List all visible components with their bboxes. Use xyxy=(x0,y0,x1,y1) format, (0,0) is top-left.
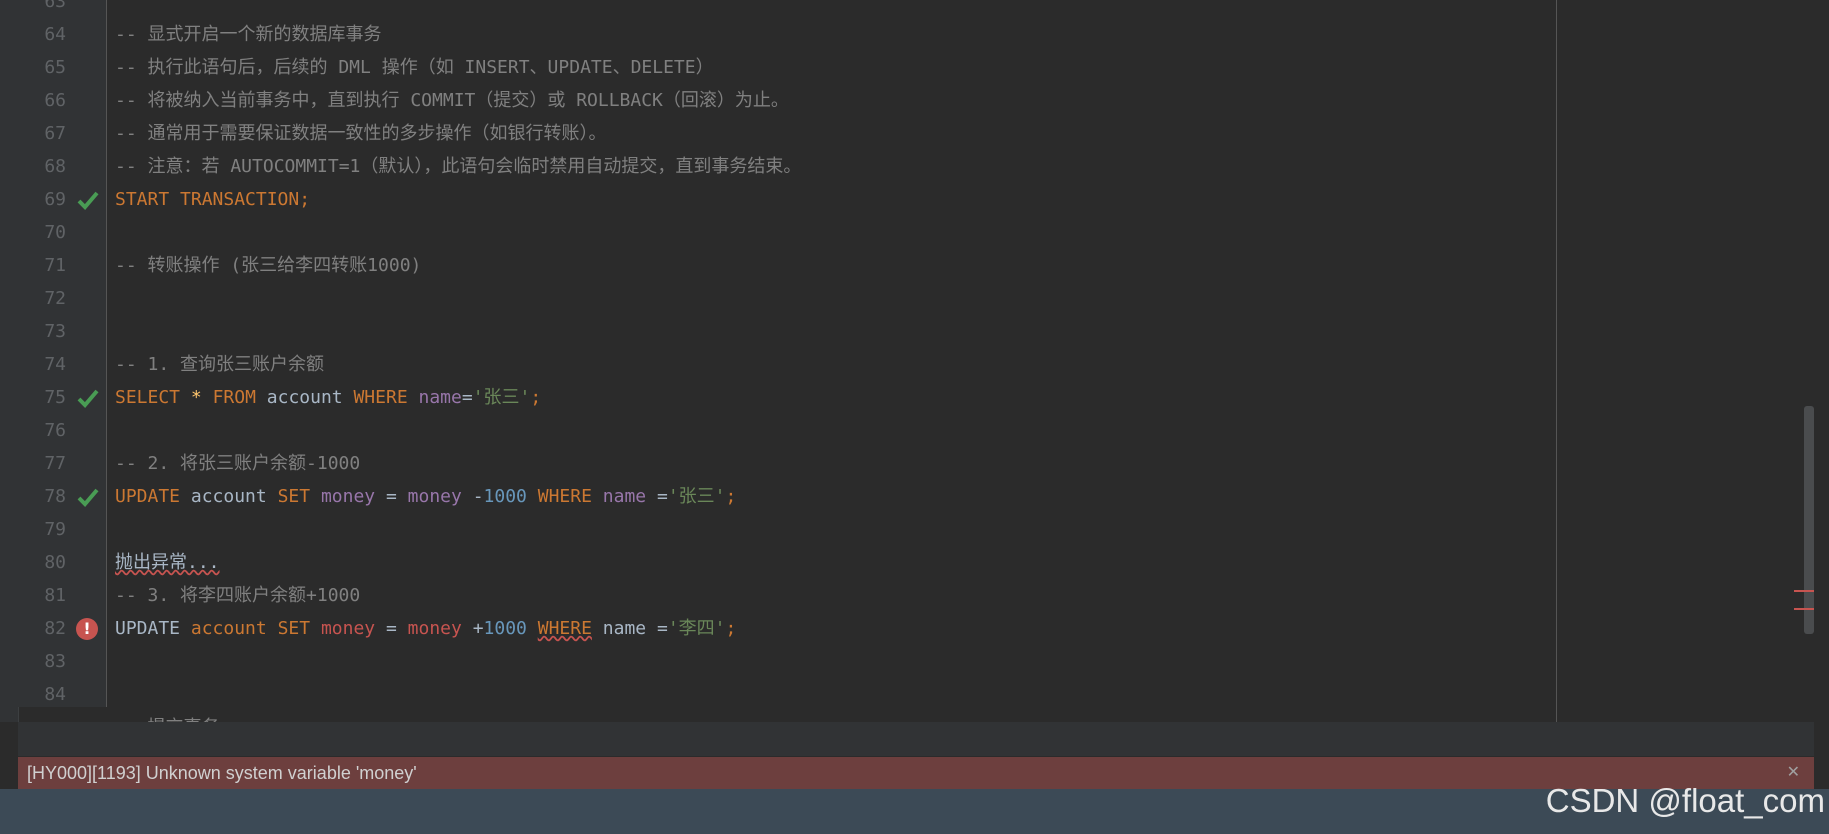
line-number: 78 xyxy=(44,486,66,507)
code-statement: UPDATE account SET money = money -1000 W… xyxy=(115,480,736,513)
line-number: 75 xyxy=(44,387,66,408)
line-number: 71 xyxy=(44,255,66,276)
token-column: money xyxy=(407,486,462,507)
line-number: 70 xyxy=(44,222,66,243)
code-statement-error: UPDATE account SET money = money +1000 W… xyxy=(115,612,736,645)
token-column: name xyxy=(602,486,647,507)
line-number: 67 xyxy=(44,123,66,144)
line-number: 65 xyxy=(44,57,66,78)
token-keyword: UPDATE xyxy=(115,618,181,639)
editor-bottom-strip xyxy=(18,722,1814,756)
invalid-text: 抛出异常... xyxy=(115,552,220,573)
check-icon[interactable] xyxy=(76,386,100,410)
token-keyword: WHERE xyxy=(537,618,592,639)
check-icon[interactable] xyxy=(76,188,100,212)
code-comment: -- 注意：若 AUTOCOMMIT=1（默认），此语句会临时禁用自动提交，直到… xyxy=(115,156,802,177)
scrollbar-thumb[interactable] xyxy=(1804,406,1814,634)
line-number: 64 xyxy=(44,24,66,45)
token-keyword: SET xyxy=(277,618,311,639)
token-keyword: FROM xyxy=(212,387,256,408)
line-number: 68 xyxy=(44,156,66,177)
code-invalid-text: 抛出异常... xyxy=(115,546,220,579)
token-operator: = xyxy=(461,387,473,408)
code-comment: -- 3. 将李四账户余额+1000 xyxy=(115,585,361,606)
line-number: 73 xyxy=(44,321,66,342)
token-string: '李四' xyxy=(667,618,726,639)
line-number: 84 xyxy=(44,684,66,705)
error-stripe-marker[interactable] xyxy=(1794,608,1814,610)
code-comment: -- 2. 将张三账户余额-1000 xyxy=(115,453,361,474)
line-number: 72 xyxy=(44,288,66,309)
code-comment: -- 通常用于需要保证数据一致性的多步操作（如银行转账）。 xyxy=(115,123,607,144)
token-keyword: UPDATE xyxy=(115,486,181,507)
token-semicolon: ; xyxy=(725,486,737,507)
code-comment: -- 显式开启一个新的数据库事务 xyxy=(115,24,382,45)
token-column: name xyxy=(418,387,462,408)
token-string: '张三' xyxy=(472,387,531,408)
line-number: 79 xyxy=(44,519,66,540)
token-column-error: money xyxy=(407,618,462,639)
line-number: 63 xyxy=(44,0,66,12)
line-number: 82 xyxy=(44,618,66,639)
error-message: [HY000][1193] Unknown system variable 'm… xyxy=(27,763,417,783)
line-number: 69 xyxy=(44,189,66,210)
line-number: 80 xyxy=(44,552,66,573)
token-operator: = xyxy=(385,618,397,639)
watermark: CSDN @float_com xyxy=(1545,782,1825,819)
right-margin-guide xyxy=(1556,0,1557,722)
token-keyword: WHERE xyxy=(537,486,592,507)
code-comment: -- 1. 查询张三账户余额 xyxy=(115,354,325,375)
token-string: '张三' xyxy=(667,486,726,507)
code-comment: -- 提交事务 xyxy=(115,711,220,722)
line-number: 66 xyxy=(44,90,66,111)
code-editor[interactable]: -- 显式开启一个新的数据库事务 -- 执行此语句后，后续的 DML 操作（如 … xyxy=(106,0,1556,722)
token-semicolon: ; xyxy=(530,387,542,408)
line-number: 83 xyxy=(44,651,66,672)
token-star: * xyxy=(190,387,202,408)
token-operator: = xyxy=(656,486,668,507)
token-keyword: SELECT xyxy=(115,387,181,408)
code-statement: START TRANSACTION; xyxy=(115,189,311,210)
token-number: 1000 xyxy=(483,486,527,507)
line-number: 81 xyxy=(44,585,66,606)
code-statement: SELECT * FROM account WHERE name='张三'; xyxy=(115,381,541,414)
line-gutter: 63 64 65 66 67 68 69 70 71 72 73 74 75 7… xyxy=(18,0,107,707)
line-number: 76 xyxy=(44,420,66,441)
line-number: 77 xyxy=(44,453,66,474)
check-icon[interactable] xyxy=(76,485,100,509)
token-operator: - xyxy=(472,486,484,507)
left-tool-strip xyxy=(0,0,19,722)
token-column: name xyxy=(602,618,647,639)
right-edge xyxy=(1814,0,1829,789)
code-comment: -- 转账操作 (张三给李四转账1000) xyxy=(115,255,422,276)
line-number: 74 xyxy=(44,354,66,375)
token-number: 1000 xyxy=(483,618,527,639)
token-table: account xyxy=(266,387,343,408)
token-keyword: SET xyxy=(277,486,311,507)
token-semicolon: ; xyxy=(725,618,737,639)
code-comment: -- 执行此语句后，后续的 DML 操作（如 INSERT、UPDATE、DEL… xyxy=(115,57,714,78)
token-column-error: money xyxy=(320,618,376,639)
error-stripe-marker[interactable] xyxy=(1794,590,1814,592)
token-operator: + xyxy=(472,618,484,639)
token-operator: = xyxy=(385,486,397,507)
error-icon[interactable]: ! xyxy=(76,618,98,640)
token-table: account xyxy=(190,618,267,639)
token-keyword: WHERE xyxy=(353,387,408,408)
error-notification-bar: [HY000][1193] Unknown system variable 'm… xyxy=(18,757,1814,789)
code-comment: -- 将被纳入当前事务中，直到执行 COMMIT（提交）或 ROLLBACK（回… xyxy=(115,90,789,111)
token-operator: = xyxy=(656,618,668,639)
token-column: money xyxy=(320,486,376,507)
token-table: account xyxy=(190,486,267,507)
